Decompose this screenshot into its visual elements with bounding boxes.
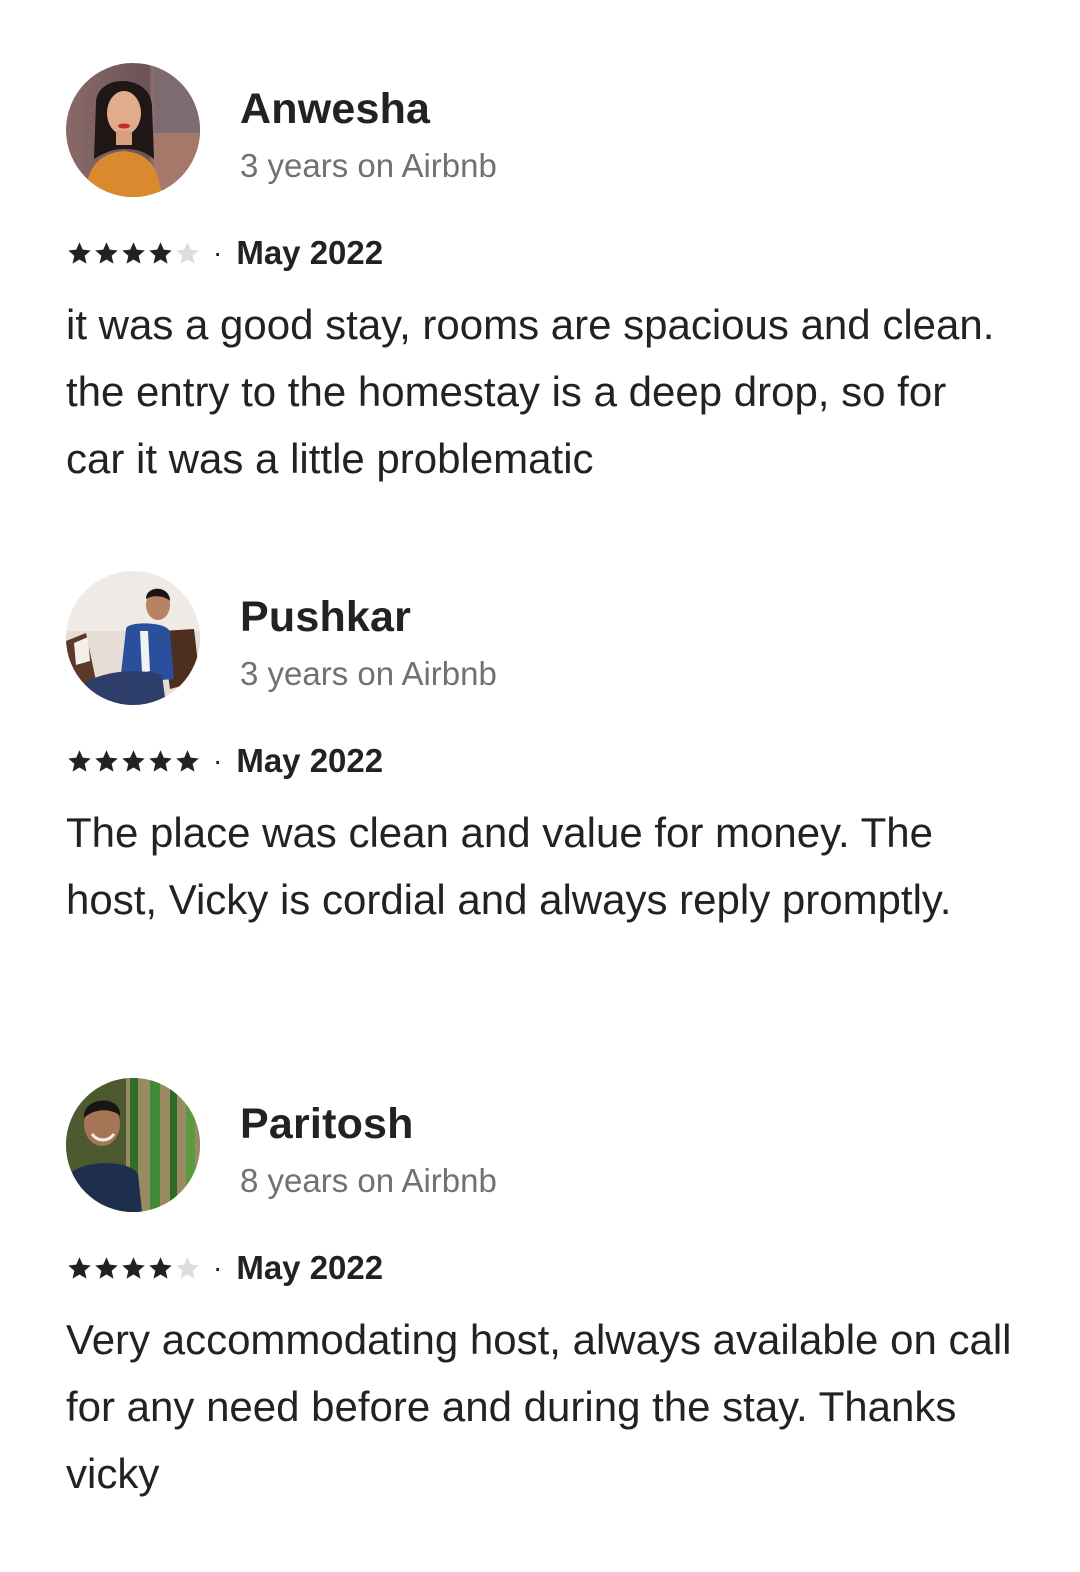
reviewer-tenure: 8 years on Airbnb	[240, 1162, 497, 1199]
star-filled-icon	[176, 749, 199, 772]
avatar[interactable]	[66, 571, 200, 705]
star-empty-icon	[176, 241, 199, 264]
star-filled-icon	[149, 241, 172, 264]
avatar-photo-pushkar	[66, 571, 200, 705]
avatar[interactable]	[66, 63, 200, 197]
star-rating	[66, 748, 201, 775]
star-filled-icon	[149, 1256, 172, 1279]
star-empty-icon	[176, 1256, 199, 1279]
star-filled-icon	[68, 1256, 91, 1279]
reviewer-name[interactable]: Paritosh	[240, 1100, 414, 1149]
review-date: May 2022	[236, 234, 384, 271]
star-rating	[66, 1255, 201, 1282]
star-rating	[66, 240, 201, 267]
avatar-photo-anwesha	[66, 63, 200, 197]
star-filled-icon	[149, 749, 172, 772]
avatar[interactable]	[66, 1078, 200, 1212]
star-filled-icon	[68, 749, 91, 772]
review-meta: · May 2022	[66, 741, 383, 781]
review-meta: · May 2022	[66, 233, 383, 273]
star-filled-icon	[95, 749, 118, 772]
reviewer-name[interactable]: Pushkar	[240, 593, 411, 642]
review-text: Very accommodating host, always availabl…	[66, 1316, 1012, 1497]
star-filled-icon	[68, 241, 91, 264]
separator-dot: ·	[213, 1252, 223, 1283]
separator-dot: ·	[213, 237, 223, 268]
review-text: The place was clean and value for money.…	[66, 809, 952, 923]
separator-dot: ·	[213, 745, 223, 776]
star-filled-icon	[95, 241, 118, 264]
review-date: May 2022	[236, 1249, 384, 1286]
reviewer-tenure: 3 years on Airbnb	[240, 655, 497, 692]
star-filled-icon	[122, 241, 145, 264]
avatar-photo-paritosh	[66, 1078, 200, 1212]
star-filled-icon	[122, 1256, 145, 1279]
reviewer-tenure: 3 years on Airbnb	[240, 147, 497, 184]
review-date: May 2022	[236, 742, 384, 779]
review-text: it was a good stay, rooms are spacious a…	[66, 301, 995, 482]
reviewer-name[interactable]: Anwesha	[240, 85, 430, 134]
review-meta: · May 2022	[66, 1248, 383, 1288]
star-filled-icon	[95, 1256, 118, 1279]
star-filled-icon	[122, 749, 145, 772]
